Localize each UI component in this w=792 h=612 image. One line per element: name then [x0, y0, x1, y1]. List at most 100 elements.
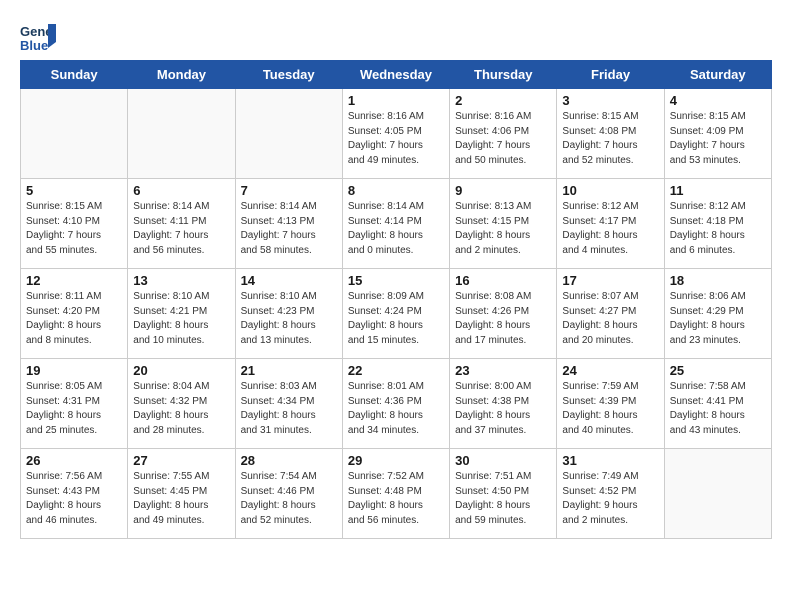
calendar-cell: 6 Sunrise: 8:14 AM Sunset: 4:11 PM Daylig… [128, 179, 235, 269]
day-number: 24 [562, 363, 658, 378]
calendar-cell [128, 89, 235, 179]
day-number: 13 [133, 273, 229, 288]
day-header-tuesday: Tuesday [235, 61, 342, 89]
calendar-cell [235, 89, 342, 179]
calendar-week-0: 1Sunrise: 8:16 AM Sunset: 4:05 PM Daylig… [21, 89, 772, 179]
day-info: Sunrise: 8:10 AM Sunset: 4:23 PM Dayligh… [241, 290, 337, 348]
calendar-week-4: 26 Sunrise: 7:56 AM Sunset: 4:43 PM Dayli… [21, 449, 772, 539]
day-number: 19 [26, 363, 122, 378]
calendar-cell: 21 Sunrise: 8:03 AM Sunset: 4:34 PM Dayli… [235, 359, 342, 449]
day-number: 7 [241, 183, 337, 198]
calendar-cell: 4 Sunrise: 8:15 AM Sunset: 4:09 PM Daylig… [664, 89, 771, 179]
calendar-cell: 11Sunrise: 8:12 AM Sunset: 4:18 PM Dayli… [664, 179, 771, 269]
day-info: Sunrise: 8:09 AM Sunset: 4:24 PM Dayligh… [348, 290, 444, 348]
day-number: 10 [562, 183, 658, 198]
header: General Blue [20, 20, 772, 56]
day-info: Sunrise: 7:49 AM Sunset: 4:52 PM Dayligh… [562, 470, 658, 528]
calendar-week-3: 19 Sunrise: 8:05 AM Sunset: 4:31 PM Dayli… [21, 359, 772, 449]
day-info: Sunrise: 7:56 AM Sunset: 4:43 PM Dayligh… [26, 470, 122, 528]
calendar-cell: 9Sunrise: 8:13 AM Sunset: 4:15 PM Daylig… [450, 179, 557, 269]
day-number: 22 [348, 363, 444, 378]
calendar-cell: 23Sunrise: 8:00 AM Sunset: 4:38 PM Dayli… [450, 359, 557, 449]
header-row: SundayMondayTuesdayWednesdayThursdayFrid… [21, 61, 772, 89]
day-number: 20 [133, 363, 229, 378]
day-info: Sunrise: 8:13 AM Sunset: 4:15 PM Dayligh… [455, 200, 551, 258]
page: General Blue SundayMondayTuesdayWednesda… [0, 0, 792, 549]
day-info: Sunrise: 8:04 AM Sunset: 4:32 PM Dayligh… [133, 380, 229, 438]
day-info: Sunrise: 8:10 AM Sunset: 4:21 PM Dayligh… [133, 290, 229, 348]
calendar-header: SundayMondayTuesdayWednesdayThursdayFrid… [21, 61, 772, 89]
day-number: 26 [26, 453, 122, 468]
day-info: Sunrise: 8:03 AM Sunset: 4:34 PM Dayligh… [241, 380, 337, 438]
day-header-saturday: Saturday [664, 61, 771, 89]
day-info: Sunrise: 8:05 AM Sunset: 4:31 PM Dayligh… [26, 380, 122, 438]
logo-icon: General Blue [20, 20, 56, 56]
day-number: 1 [348, 93, 444, 108]
calendar-cell: 13 Sunrise: 8:10 AM Sunset: 4:21 PM Dayli… [128, 269, 235, 359]
day-info: Sunrise: 8:07 AM Sunset: 4:27 PM Dayligh… [562, 290, 658, 348]
calendar-cell: 27 Sunrise: 7:55 AM Sunset: 4:45 PM Dayli… [128, 449, 235, 539]
day-info: Sunrise: 7:51 AM Sunset: 4:50 PM Dayligh… [455, 470, 551, 528]
day-number: 25 [670, 363, 766, 378]
day-number: 21 [241, 363, 337, 378]
day-info: Sunrise: 8:14 AM Sunset: 4:13 PM Dayligh… [241, 200, 337, 258]
day-info: Sunrise: 8:15 AM Sunset: 4:08 PM Dayligh… [562, 110, 658, 168]
day-number: 3 [562, 93, 658, 108]
day-header-friday: Friday [557, 61, 664, 89]
calendar-cell: 18 Sunrise: 8:06 AM Sunset: 4:29 PM Dayli… [664, 269, 771, 359]
calendar-cell: 28 Sunrise: 7:54 AM Sunset: 4:46 PM Dayli… [235, 449, 342, 539]
svg-text:Blue: Blue [20, 38, 48, 53]
calendar-cell: 2Sunrise: 8:16 AM Sunset: 4:06 PM Daylig… [450, 89, 557, 179]
day-info: Sunrise: 8:06 AM Sunset: 4:29 PM Dayligh… [670, 290, 766, 348]
calendar-cell: 30 Sunrise: 7:51 AM Sunset: 4:50 PM Dayli… [450, 449, 557, 539]
calendar-cell: 3 Sunrise: 8:15 AM Sunset: 4:08 PM Daylig… [557, 89, 664, 179]
calendar-cell: 26 Sunrise: 7:56 AM Sunset: 4:43 PM Dayli… [21, 449, 128, 539]
day-number: 17 [562, 273, 658, 288]
day-number: 12 [26, 273, 122, 288]
day-info: Sunrise: 8:15 AM Sunset: 4:10 PM Dayligh… [26, 200, 122, 258]
day-number: 15 [348, 273, 444, 288]
day-number: 5 [26, 183, 122, 198]
day-number: 8 [348, 183, 444, 198]
calendar-cell: 14Sunrise: 8:10 AM Sunset: 4:23 PM Dayli… [235, 269, 342, 359]
day-number: 6 [133, 183, 229, 198]
calendar-cell: 16Sunrise: 8:08 AM Sunset: 4:26 PM Dayli… [450, 269, 557, 359]
calendar-cell: 29Sunrise: 7:52 AM Sunset: 4:48 PM Dayli… [342, 449, 449, 539]
day-number: 11 [670, 183, 766, 198]
day-number: 4 [670, 93, 766, 108]
day-number: 27 [133, 453, 229, 468]
day-info: Sunrise: 7:54 AM Sunset: 4:46 PM Dayligh… [241, 470, 337, 528]
calendar-cell: 20 Sunrise: 8:04 AM Sunset: 4:32 PM Dayli… [128, 359, 235, 449]
calendar-cell: 22 Sunrise: 8:01 AM Sunset: 4:36 PM Dayli… [342, 359, 449, 449]
day-number: 31 [562, 453, 658, 468]
day-number: 28 [241, 453, 337, 468]
calendar-cell: 10Sunrise: 8:12 AM Sunset: 4:17 PM Dayli… [557, 179, 664, 269]
day-info: Sunrise: 7:55 AM Sunset: 4:45 PM Dayligh… [133, 470, 229, 528]
day-header-monday: Monday [128, 61, 235, 89]
day-info: Sunrise: 7:59 AM Sunset: 4:39 PM Dayligh… [562, 380, 658, 438]
day-info: Sunrise: 8:00 AM Sunset: 4:38 PM Dayligh… [455, 380, 551, 438]
day-info: Sunrise: 8:08 AM Sunset: 4:26 PM Dayligh… [455, 290, 551, 348]
day-info: Sunrise: 8:15 AM Sunset: 4:09 PM Dayligh… [670, 110, 766, 168]
calendar-cell: 25 Sunrise: 7:58 AM Sunset: 4:41 PM Dayli… [664, 359, 771, 449]
calendar-cell: 7 Sunrise: 8:14 AM Sunset: 4:13 PM Daylig… [235, 179, 342, 269]
calendar-cell: 31 Sunrise: 7:49 AM Sunset: 4:52 PM Dayli… [557, 449, 664, 539]
calendar-cell: 15 Sunrise: 8:09 AM Sunset: 4:24 PM Dayli… [342, 269, 449, 359]
day-header-thursday: Thursday [450, 61, 557, 89]
calendar-cell: 12Sunrise: 8:11 AM Sunset: 4:20 PM Dayli… [21, 269, 128, 359]
calendar-cell [664, 449, 771, 539]
logo: General Blue [20, 20, 56, 56]
day-number: 18 [670, 273, 766, 288]
day-info: Sunrise: 8:01 AM Sunset: 4:36 PM Dayligh… [348, 380, 444, 438]
day-header-wednesday: Wednesday [342, 61, 449, 89]
day-info: Sunrise: 8:14 AM Sunset: 4:11 PM Dayligh… [133, 200, 229, 258]
calendar-cell: 19 Sunrise: 8:05 AM Sunset: 4:31 PM Dayli… [21, 359, 128, 449]
calendar-week-1: 5 Sunrise: 8:15 AM Sunset: 4:10 PM Daylig… [21, 179, 772, 269]
calendar-cell: 8Sunrise: 8:14 AM Sunset: 4:14 PM Daylig… [342, 179, 449, 269]
calendar-week-2: 12Sunrise: 8:11 AM Sunset: 4:20 PM Dayli… [21, 269, 772, 359]
calendar-cell [21, 89, 128, 179]
day-number: 30 [455, 453, 551, 468]
day-info: Sunrise: 7:52 AM Sunset: 4:48 PM Dayligh… [348, 470, 444, 528]
day-number: 2 [455, 93, 551, 108]
day-info: Sunrise: 7:58 AM Sunset: 4:41 PM Dayligh… [670, 380, 766, 438]
